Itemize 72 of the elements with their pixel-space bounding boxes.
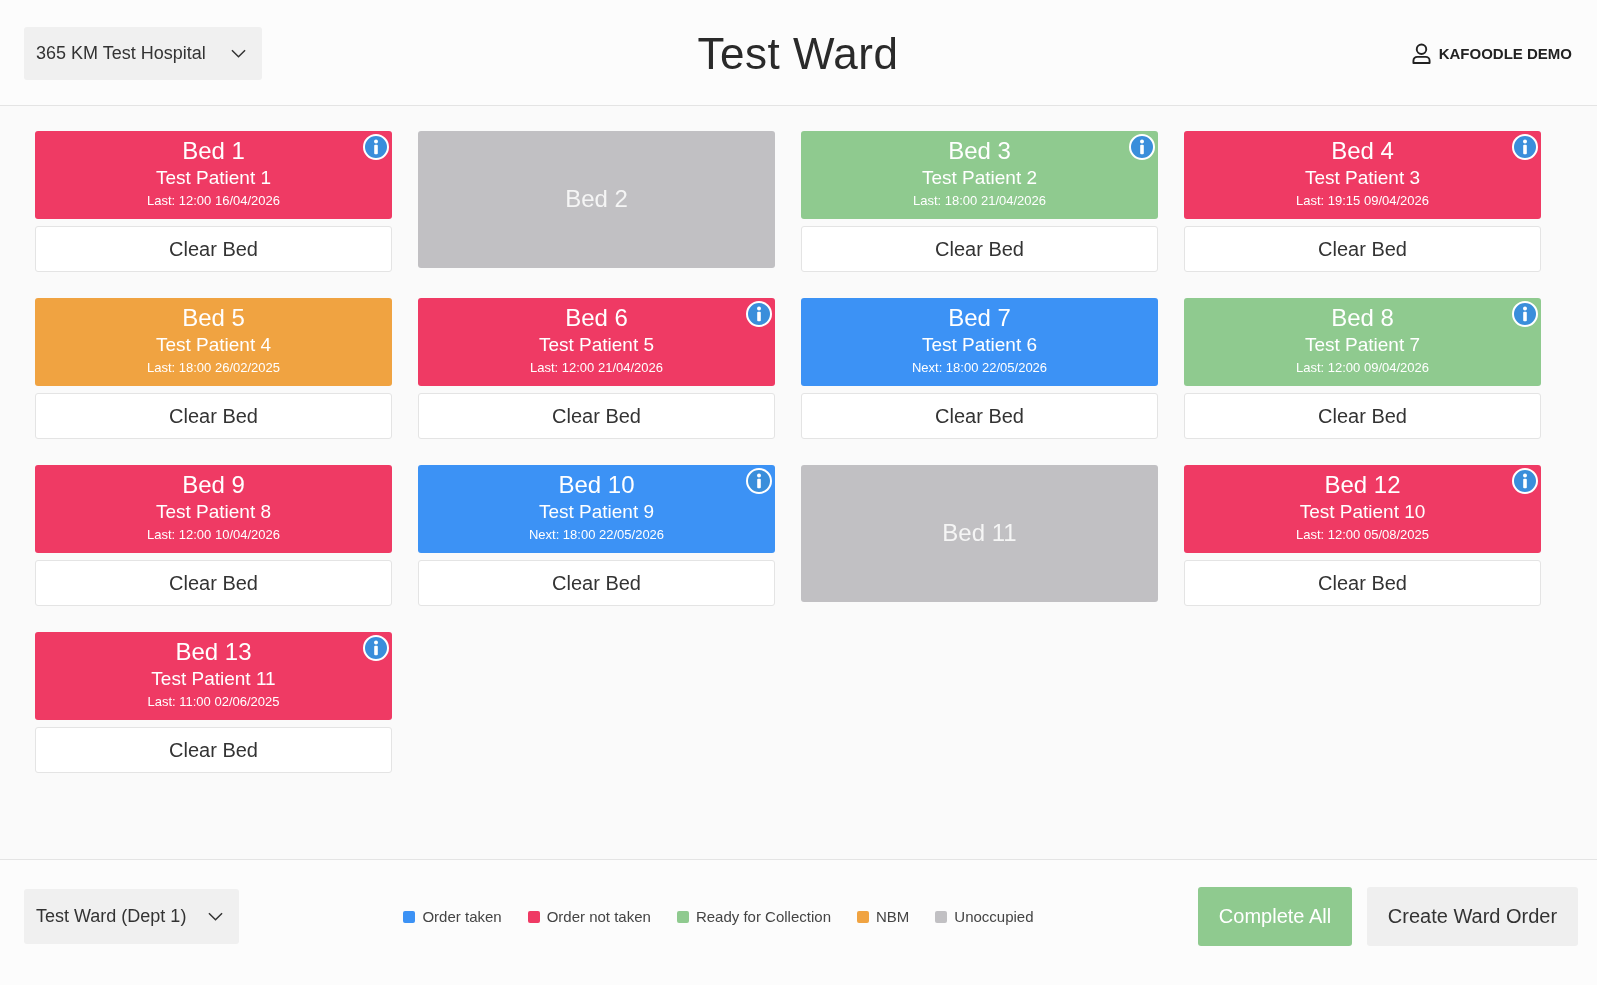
clear-bed-button[interactable]: Clear Bed — [1184, 226, 1541, 272]
patient-name: Test Patient 6 — [921, 333, 1038, 357]
info-icon[interactable] — [363, 134, 389, 160]
order-time: Last: 19:15 09/04/2026 — [1296, 192, 1429, 210]
info-icon[interactable] — [1129, 134, 1155, 160]
order-time: Last: 18:00 21/04/2026 — [913, 192, 1046, 210]
legend-label: Unoccupied — [954, 908, 1034, 925]
order-time: Last: 12:00 10/04/2026 — [147, 526, 280, 544]
bed-name: Bed 7 — [948, 304, 1011, 332]
info-icon[interactable] — [746, 468, 772, 494]
order-time: Last: 12:00 16/04/2026 — [147, 192, 280, 210]
bed-card[interactable]: Bed 6 Test Patient 5 Last: 12:00 21/04/2026 — [418, 298, 775, 386]
bed-name: Bed 12 — [1324, 471, 1401, 499]
create-order-button[interactable]: Create Ward Order — [1367, 887, 1578, 946]
legend-label: Order not taken — [546, 908, 651, 925]
chevron-down-icon — [208, 912, 223, 921]
order-time: Last: 12:00 09/04/2026 — [1296, 359, 1429, 377]
clear-bed-button[interactable]: Clear Bed — [801, 393, 1158, 439]
bed-card[interactable]: Bed 4 Test Patient 3 Last: 19:15 09/04/2026 — [1184, 131, 1541, 219]
clear-bed-button[interactable]: Clear Bed — [418, 560, 775, 606]
patient-name: Test Patient 8 — [155, 500, 272, 524]
patient-name: Test Patient 10 — [1299, 500, 1426, 524]
chevron-down-icon — [231, 49, 246, 58]
order-time: Last: 18:00 26/02/2025 — [147, 359, 280, 377]
clear-bed-button[interactable]: Clear Bed — [35, 226, 392, 272]
bed-card[interactable]: Bed 1 Test Patient 1 Last: 12:00 16/04/2026 — [35, 131, 392, 219]
patient-name: Test Patient 2 — [921, 166, 1038, 190]
clear-bed-button[interactable]: Clear Bed — [1184, 393, 1541, 439]
clear-bed-button[interactable]: Clear Bed — [1184, 560, 1541, 606]
ward-dropdown[interactable]: Test Ward (Dept 1) — [24, 889, 239, 944]
order-time: Last: 12:00 05/08/2025 — [1296, 526, 1429, 544]
bed-card[interactable]: Bed 9 Test Patient 8 Last: 12:00 10/04/2026 — [35, 465, 392, 553]
legend-label: NBM — [876, 908, 910, 925]
patient-name: Test Patient 3 — [1304, 166, 1421, 190]
info-icon[interactable] — [1512, 134, 1538, 160]
order-time: Next: 18:00 22/05/2026 — [911, 359, 1048, 377]
user-menu[interactable]: KAFOODLE DEMO — [1411, 43, 1572, 64]
page-title: Test Ward — [697, 28, 899, 79]
bed-name: Bed 6 — [565, 304, 628, 332]
clear-bed-button[interactable]: Clear Bed — [801, 226, 1158, 272]
patient-name: Test Patient 7 — [1304, 333, 1421, 357]
legend-label: Ready for Collection — [695, 908, 831, 925]
order-time: Last: 12:00 21/04/2026 — [530, 359, 663, 377]
patient-name: Test Patient 11 — [151, 667, 276, 691]
hospital-dropdown[interactable]: 365 KM Test Hospital — [24, 27, 262, 80]
order-time: Next: 18:00 22/05/2026 — [528, 526, 665, 544]
info-icon[interactable] — [746, 301, 772, 327]
info-icon[interactable] — [363, 635, 389, 661]
bed-name: Bed 10 — [558, 471, 635, 499]
clear-bed-button[interactable]: Clear Bed — [35, 393, 392, 439]
bed-name: Bed 4 — [1331, 137, 1394, 165]
person-icon — [1411, 43, 1431, 64]
user-name: KAFOODLE DEMO — [1438, 45, 1572, 62]
bed-name: Bed 1 — [182, 137, 245, 165]
bed-name: Bed 9 — [182, 471, 245, 499]
info-icon[interactable] — [1512, 301, 1538, 327]
clear-bed-button[interactable]: Clear Bed — [418, 393, 775, 439]
patient-name: Test Patient 5 — [538, 333, 655, 357]
legend-label: Order taken — [422, 908, 502, 925]
patient-name: Test Patient 4 — [155, 333, 272, 357]
bed-name: Bed 3 — [948, 137, 1011, 165]
bed-card[interactable]: Bed 13 Test Patient 11 Last: 11:00 02/06/2025 — [35, 632, 392, 720]
clear-bed-button[interactable]: Clear Bed — [35, 560, 392, 606]
info-icon[interactable] — [1512, 468, 1538, 494]
patient-name: Test Patient 1 — [155, 166, 272, 190]
clear-bed-button[interactable]: Clear Bed — [35, 727, 392, 773]
patient-name: Test Patient 9 — [538, 500, 655, 524]
bed-name: Bed 8 — [1331, 304, 1394, 332]
bed-name: Bed 13 — [175, 638, 252, 666]
order-time: Last: 11:00 02/06/2025 — [147, 693, 280, 711]
bed-card[interactable]: Bed 12 Test Patient 10 Last: 12:00 05/08/2025 — [1184, 465, 1541, 553]
bed-name: Bed 5 — [182, 304, 245, 332]
